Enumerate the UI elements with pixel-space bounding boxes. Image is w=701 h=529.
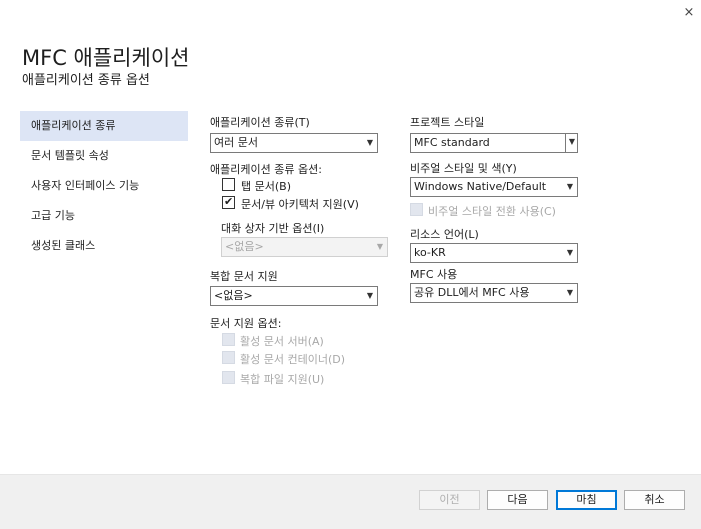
chevron-down-icon: ▼: [566, 288, 573, 297]
resource-language-label: 리소스 언어(L): [410, 228, 479, 241]
finish-button[interactable]: 마침: [556, 490, 617, 510]
chevron-down-icon: ▼: [568, 137, 575, 146]
chevron-down-icon: ▼: [566, 182, 573, 191]
docview-label: 문서/뷰 아키텍처 지원(V): [241, 198, 359, 211]
dialog-options-dropdown: <없음> ▼: [221, 237, 388, 257]
chevron-down-icon: ▼: [566, 248, 573, 257]
cancel-button[interactable]: 취소: [624, 490, 685, 510]
dialog-subtitle: 애플리케이션 종류 옵션: [22, 73, 150, 88]
active-container-checkbox: [222, 351, 235, 364]
visual-style-value: Windows Native/Default: [414, 180, 547, 193]
project-style-combobox[interactable]: MFC standard ▼: [410, 133, 578, 153]
compound-dropdown[interactable]: <없음> ▼: [210, 286, 378, 306]
dialog-options-label: 대화 상자 기반 옵션(I): [221, 222, 325, 235]
visual-switch-label: 비주얼 스타일 전환 사용(C): [428, 205, 556, 218]
docview-checkbox[interactable]: ✔: [222, 195, 235, 209]
visual-switch-checkbox: [410, 203, 423, 216]
active-server-checkbox: [222, 333, 235, 346]
chevron-down-icon: ▼: [376, 242, 383, 251]
active-container-label: 활성 문서 컨테이너(D): [240, 353, 346, 366]
project-style-value[interactable]: MFC standard: [414, 136, 490, 149]
tabbed-documents-label: 탭 문서(B): [241, 180, 291, 193]
sidebar-item-advanced[interactable]: 고급 기능: [20, 201, 188, 231]
doc-support-label: 문서 지원 옵션:: [210, 317, 282, 330]
project-style-label: 프로젝트 스타일: [410, 116, 485, 129]
app-type-value: 여러 문서: [214, 136, 258, 149]
mfc-use-label: MFC 사용: [410, 268, 458, 281]
app-type-label: 애플리케이션 종류(T): [210, 116, 310, 129]
resource-language-value: ko-KR: [414, 246, 446, 259]
mfc-use-value: 공유 DLL에서 MFC 사용: [414, 286, 530, 299]
mfc-use-dropdown[interactable]: 공유 DLL에서 MFC 사용 ▼: [410, 283, 578, 303]
visual-style-label: 비주얼 스타일 및 색(Y): [410, 162, 517, 175]
tabbed-documents-checkbox[interactable]: [222, 178, 235, 191]
dialog-title: MFC 애플리케이션: [22, 46, 190, 70]
sidebar-item-application-type[interactable]: 애플리케이션 종류: [20, 111, 188, 141]
compound-value: <없음>: [214, 289, 253, 302]
compound-file-label: 복합 파일 지원(U): [240, 373, 325, 386]
app-type-options-label: 애플리케이션 종류 옵션:: [210, 163, 322, 176]
dialog-options-value: <없음>: [225, 240, 264, 253]
visual-style-dropdown[interactable]: Windows Native/Default ▼: [410, 177, 578, 197]
close-icon[interactable]: ×: [682, 6, 696, 20]
resource-language-dropdown[interactable]: ko-KR ▼: [410, 243, 578, 263]
project-style-dropdown-button[interactable]: ▼: [565, 134, 577, 152]
app-type-dropdown[interactable]: 여러 문서 ▼: [210, 133, 378, 153]
compound-label: 복합 문서 지원: [210, 270, 278, 283]
sidebar-item-generated-classes[interactable]: 생성된 클래스: [20, 231, 188, 261]
sidebar-item-document-template[interactable]: 문서 템플릿 속성: [20, 141, 188, 171]
chevron-down-icon: ▼: [366, 291, 373, 300]
compound-file-checkbox: [222, 371, 235, 384]
next-button[interactable]: 다음: [487, 490, 548, 510]
active-server-label: 활성 문서 서버(A): [240, 335, 324, 348]
previous-button: 이전: [419, 490, 480, 510]
checkmark-icon: ✔: [224, 195, 234, 208]
chevron-down-icon: ▼: [366, 138, 373, 147]
sidebar-item-user-interface[interactable]: 사용자 인터페이스 기능: [20, 171, 188, 201]
